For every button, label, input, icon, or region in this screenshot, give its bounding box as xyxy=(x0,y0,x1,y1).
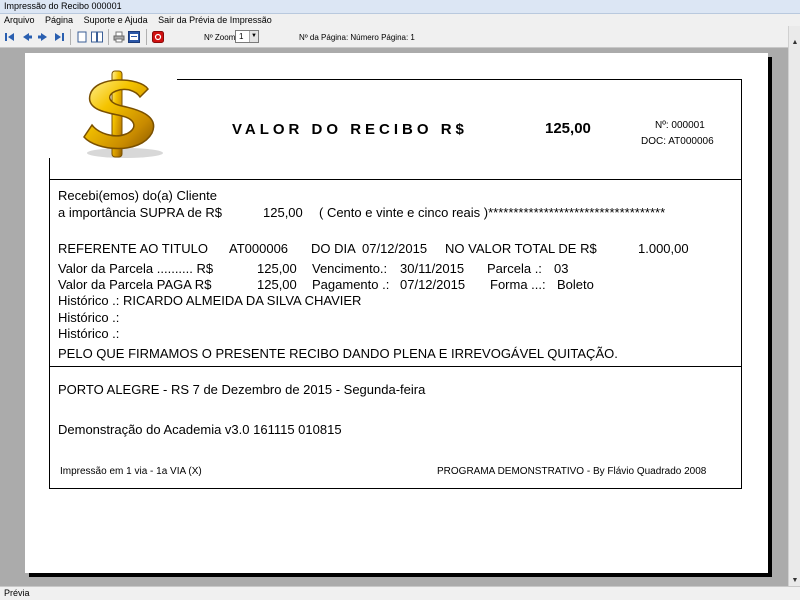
historico-1: Histórico .: RICARDO ALMEIDA DA SILVA CH… xyxy=(58,293,362,308)
prev-page-icon[interactable] xyxy=(20,30,34,44)
importancia-label: a importância SUPRA de R$ xyxy=(58,205,223,220)
divider xyxy=(50,366,741,367)
page-number-label: Nº da Página: Número Página: 1 xyxy=(299,33,415,42)
importancia-value: 125,00 xyxy=(263,205,303,220)
forma-label: Forma ...: xyxy=(490,277,546,292)
print-preview-page: VALOR DO RECIBO R$ 125,00 Nº: 000001 DOC… xyxy=(25,53,768,573)
pagamento-value: 07/12/2015 xyxy=(400,277,466,292)
paga-label: Valor da Parcela PAGA R$ xyxy=(58,277,212,292)
vencimento-value: 30/11/2015 xyxy=(400,261,465,276)
word-export-icon[interactable] xyxy=(127,30,141,44)
forma-value: Boleto xyxy=(557,277,594,292)
dollar-sign-logo-icon xyxy=(83,70,163,158)
next-page-icon[interactable] xyxy=(36,30,50,44)
referente-label: REFERENTE AO TITULO xyxy=(58,241,209,256)
zoom-value: 1 xyxy=(239,32,244,41)
programa-credito: PROGRAMA DEMONSTRATIVO - By Flávio Quadr… xyxy=(437,466,707,477)
single-page-icon[interactable] xyxy=(75,30,89,44)
zoom-select[interactable]: 1 ▼ xyxy=(235,30,259,43)
do-dia-value: 07/12/2015 xyxy=(362,241,428,256)
impressao-vias: Impressão em 1 via - 1a VIA (X) xyxy=(60,466,202,477)
valor-total-value: 1.000,00 xyxy=(638,241,689,256)
do-dia-label: DO DIA xyxy=(311,241,356,256)
parcela-value: 125,00 xyxy=(257,261,297,276)
demonstracao: Demonstração do Academia v3.0 161115 010… xyxy=(58,422,342,437)
receipt-doc: DOC: AT000006 xyxy=(641,136,714,147)
scroll-down-icon[interactable]: ▼ xyxy=(790,576,800,586)
historico-2: Histórico .: xyxy=(58,310,120,325)
referente-titulo: AT000006 xyxy=(229,241,289,256)
vertical-scrollbar[interactable]: ▲ ▼ xyxy=(788,26,800,586)
chevron-down-icon[interactable]: ▼ xyxy=(249,31,258,42)
pagamento-label: Pagamento .: xyxy=(312,277,390,292)
scroll-up-icon[interactable]: ▲ xyxy=(790,38,800,48)
first-page-icon[interactable] xyxy=(3,30,17,44)
pdf-export-icon[interactable] xyxy=(151,30,165,44)
receipt-frame: VALOR DO RECIBO R$ 125,00 Nº: 000001 DOC… xyxy=(49,70,742,489)
valor-extenso: ( Cento e vinte e cinco reais )*********… xyxy=(319,205,666,220)
parcela-num-label: Parcela .: xyxy=(487,261,542,276)
print-icon[interactable] xyxy=(112,30,126,44)
vencimento-label: Vencimento.: xyxy=(312,261,388,276)
parcela-num-value: 03 xyxy=(554,261,569,276)
valor-total-label: NO VALOR TOTAL DE R$ xyxy=(445,241,597,256)
two-page-icon[interactable] xyxy=(90,30,104,44)
declaracao: PELO QUE FIRMAMOS O PRESENTE RECIBO DAND… xyxy=(58,346,618,361)
receipt-title-value: 125,00 xyxy=(545,120,591,137)
menu-pagina[interactable]: Página xyxy=(41,14,77,26)
menu-suporte-ajuda[interactable]: Suporte e Ajuda xyxy=(80,14,152,26)
local-data: PORTO ALEGRE - RS 7 de Dezembro de 2015 … xyxy=(58,382,426,397)
recebi-line: Recebi(emos) do(a) Cliente xyxy=(58,188,217,203)
divider xyxy=(50,179,741,180)
receipt-title: VALOR DO RECIBO R$ xyxy=(232,121,468,138)
parcela-label: Valor da Parcela .......... R$ xyxy=(58,261,214,276)
menu-bar: Arquivo Página Suporte e Ajuda Sair da P… xyxy=(0,14,800,26)
last-page-icon[interactable] xyxy=(52,30,66,44)
toolbar: Nº Zoom 1 ▼ Nº da Página: Número Página:… xyxy=(0,26,800,48)
window-title: Impressão do Recibo 000001 xyxy=(0,0,800,14)
menu-arquivo[interactable]: Arquivo xyxy=(0,14,39,26)
paga-value: 125,00 xyxy=(257,277,297,292)
menu-sair-previa[interactable]: Sair da Prévia de Impressão xyxy=(154,14,276,26)
receipt-number: Nº: 000001 xyxy=(655,120,705,131)
historico-3: Histórico .: xyxy=(58,326,120,341)
zoom-label: Nº Zoom xyxy=(204,33,236,42)
status-bar: Prévia xyxy=(0,586,800,600)
